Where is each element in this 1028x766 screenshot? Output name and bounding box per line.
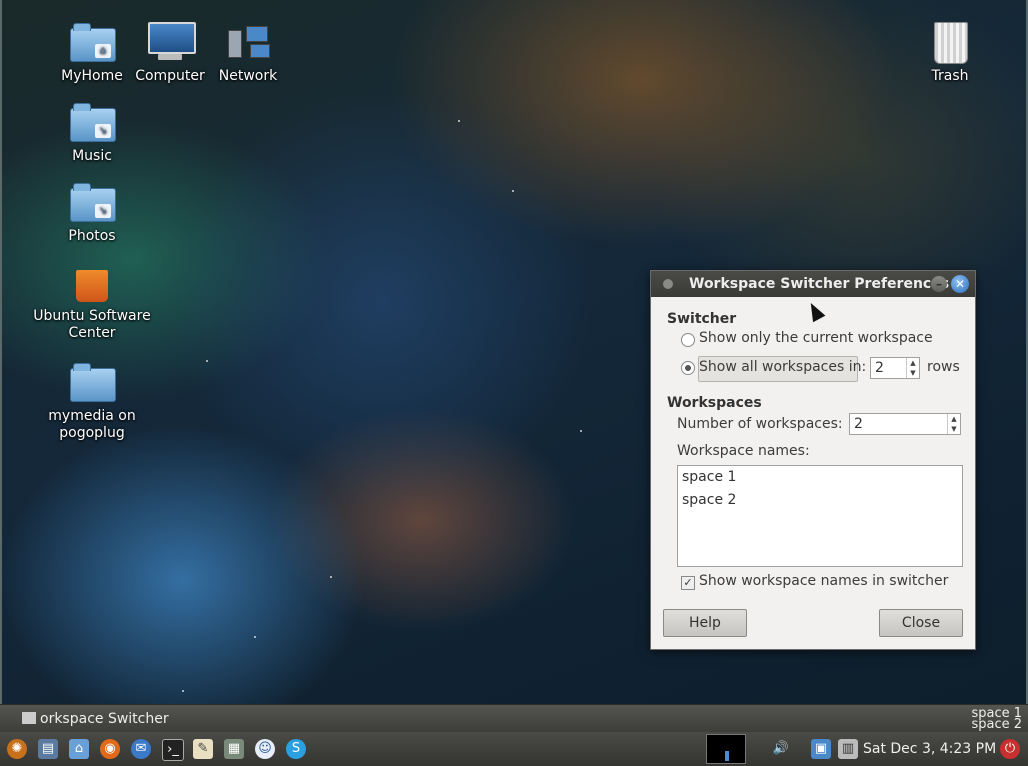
show-names-checkbox[interactable]: ✓	[681, 576, 695, 590]
shopping-bag-icon	[68, 260, 116, 304]
desktop-icon-music[interactable]: ↘ Music	[42, 100, 142, 165]
calculator-icon[interactable]: ▦	[224, 739, 244, 759]
folder-link-icon: ↘	[68, 180, 116, 224]
star	[206, 360, 208, 362]
radio-show-all-label[interactable]: Show all workspaces in:	[699, 359, 866, 375]
chat-icon[interactable]: ☺	[255, 739, 275, 759]
system-monitor-graph[interactable]	[706, 734, 746, 764]
radio-show-all[interactable]	[681, 361, 695, 375]
desktop-icon-label: Trash	[931, 68, 969, 84]
show-names-label[interactable]: Show workspace names in switcher	[699, 573, 948, 589]
desktop-icon-label: Music	[72, 148, 112, 164]
help-button[interactable]: Help	[663, 609, 747, 637]
workspace-switcher-dialog: Workspace Switcher Preferences – ✕ Switc…	[650, 270, 976, 650]
workspace-count-spinner[interactable]: 2 ▲ ▼	[849, 413, 961, 435]
trash-applet-icon[interactable]: ▥	[838, 739, 858, 759]
network-folder-icon	[68, 360, 116, 404]
rows-value: 2	[875, 360, 884, 376]
computer-icon	[146, 20, 196, 64]
star	[330, 576, 332, 578]
firefox-icon[interactable]: ◉	[100, 739, 120, 759]
workspaces-heading: Workspaces	[667, 395, 762, 411]
spin-arrows-icon[interactable]: ▲ ▼	[947, 414, 960, 434]
trash-icon	[926, 20, 974, 64]
list-item[interactable]: space 2	[678, 489, 962, 512]
terminal-icon[interactable]: ›_	[162, 739, 184, 761]
volume-icon[interactable]: 🔊	[771, 739, 791, 759]
star	[458, 120, 460, 122]
dialog-title: Workspace Switcher Preferences	[689, 276, 950, 292]
desktop-icon-label: mymedia on pogoplug	[48, 408, 136, 441]
star	[182, 690, 184, 692]
network-status-icon[interactable]: ▣	[811, 739, 831, 759]
taskbar: orkspace Switcher Pref... space 1 space …	[0, 704, 1028, 751]
spin-arrows-icon[interactable]: ▲ ▼	[906, 358, 919, 378]
thunderbird-icon[interactable]: ✉	[131, 739, 151, 759]
home-folder-icon[interactable]: ⌂	[69, 739, 89, 759]
star	[512, 190, 514, 192]
switcher-heading: Switcher	[667, 311, 737, 327]
workspace-count-label: Number of workspaces:	[677, 416, 843, 432]
clock[interactable]: Sat Dec 3, 4:23 PM	[863, 741, 996, 757]
workspace-names-list[interactable]: space 1 space 2	[677, 465, 963, 567]
star	[580, 430, 582, 432]
network-icon	[224, 20, 272, 64]
desktop-icon-network[interactable]: Network	[198, 20, 298, 85]
ubuntu-menu-icon[interactable]: ✺	[7, 739, 27, 759]
skype-icon[interactable]: S	[286, 739, 306, 759]
workspace-label-2[interactable]: space 2	[971, 718, 1022, 731]
bottom-panel: ✺ ▤ ⌂ ◉ ✉ ›_ ✎ ▦ ☺ S 🔊 ▣ ▥ Sat Dec 3, 4:…	[0, 732, 1028, 766]
list-item[interactable]: space 1	[678, 466, 962, 489]
task-button-workspace-switcher[interactable]: orkspace Switcher Pref...	[16, 707, 212, 751]
desktop-icon-trash[interactable]: Trash	[900, 20, 1000, 85]
folder-link-icon: ↘	[68, 100, 116, 144]
window-icon	[22, 712, 36, 724]
radio-show-current-label[interactable]: Show only the current workspace	[699, 330, 933, 346]
radio-show-current[interactable]	[681, 333, 695, 347]
workspace-count-value: 2	[854, 416, 863, 432]
window-menu-icon[interactable]	[663, 279, 673, 289]
text-editor-icon[interactable]: ✎	[193, 739, 213, 759]
close-button[interactable]: Close	[879, 609, 963, 637]
star	[254, 636, 256, 638]
show-desktop-icon[interactable]: ▤	[38, 739, 58, 759]
desktop-icon-label: Photos	[68, 228, 116, 244]
desktop-icon-label: Ubuntu Software Center	[33, 308, 151, 341]
close-icon[interactable]: ✕	[951, 275, 969, 293]
rows-spinner[interactable]: 2 ▲ ▼	[870, 357, 920, 379]
home-folder-icon: ⌂	[68, 20, 116, 64]
workspace-names-label: Workspace names:	[677, 443, 810, 459]
desktop-icon-label: Network	[218, 68, 278, 84]
dialog-titlebar[interactable]: Workspace Switcher Preferences – ✕	[651, 271, 975, 297]
desktop-icon-ubuntu-software-center[interactable]: Ubuntu Software Center	[30, 260, 154, 342]
minimize-icon[interactable]: –	[931, 276, 947, 292]
desktop-icon-mymedia[interactable]: mymedia on pogoplug	[42, 360, 142, 442]
power-icon[interactable]: ⏻	[1000, 739, 1020, 759]
desktop-icon-photos[interactable]: ↘ Photos	[42, 180, 142, 245]
rows-label: rows	[927, 359, 960, 375]
